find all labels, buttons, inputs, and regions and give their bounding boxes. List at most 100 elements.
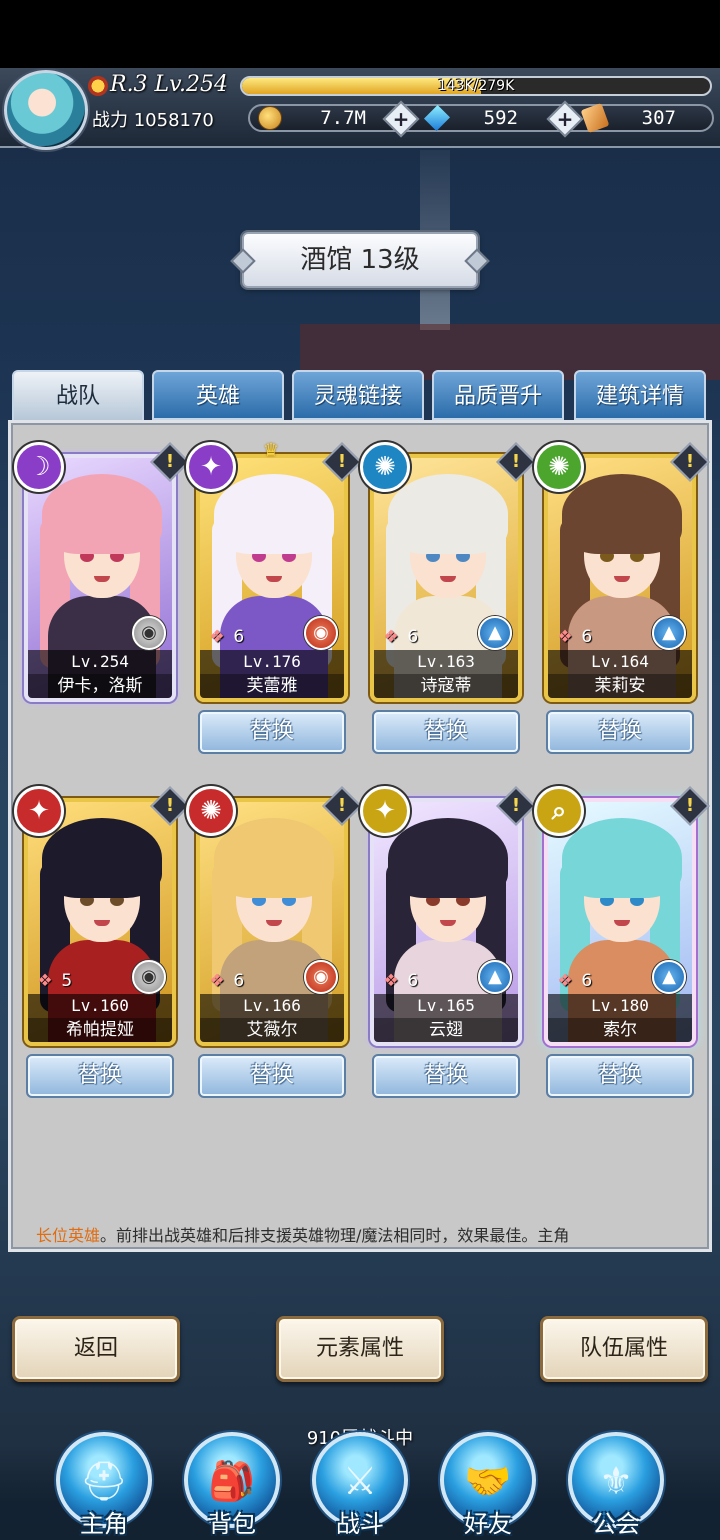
hero-level: Lv.176 [200, 650, 344, 674]
hero-rank-value: 6 [402, 627, 419, 647]
nav-label: 好友 [464, 1510, 512, 1538]
hero-level: Lv.180 [548, 994, 692, 1018]
nav-label: 战斗 [336, 1510, 384, 1538]
tab-soul-link[interactable]: 灵魂链接 [292, 370, 424, 420]
light-wing-element-icon: ✦ [360, 786, 410, 836]
hero-mouth [614, 920, 630, 926]
hero-rank-value: 5 [56, 971, 73, 991]
light-wing-element-icon: ✦ [186, 442, 236, 492]
hero-card[interactable]: Lv.254 伊卡，洛斯 ◉ [24, 454, 176, 702]
hero-level: Lv.166 [200, 994, 344, 1018]
hero-card[interactable]: Lv.165 云翅 ❖ 6 ▲ [370, 798, 522, 1046]
swap-hero-button[interactable]: 替换 [198, 1054, 346, 1098]
rank-level: R.3 Lv.254 [110, 72, 228, 97]
swap-hero-button[interactable]: 替换 [26, 1054, 174, 1098]
hero-mouth [440, 576, 456, 582]
hero-level: Lv.160 [28, 994, 172, 1018]
tab-heroes[interactable]: 英雄 [152, 370, 284, 420]
hero-hair [214, 818, 334, 898]
hero-level: Lv.164 [548, 650, 692, 674]
tab-team[interactable]: 战队 [12, 370, 144, 422]
hero-card[interactable]: Lv.176 芙蕾雅 ❖ 6 ◉ [196, 454, 348, 702]
warrior-class-icon: ◉ [132, 616, 166, 650]
hero-name: 诗寇蒂 [374, 674, 518, 698]
wind-element-icon: ✺ [360, 442, 410, 492]
wind-element-icon: ✺ [534, 442, 584, 492]
mage-class-icon: ▲ [478, 616, 512, 650]
castle-backdrop [300, 300, 720, 380]
crown-icon: ♛ [262, 440, 280, 461]
mage-class-icon: ▲ [652, 616, 686, 650]
back-button[interactable]: 返回 [12, 1316, 180, 1382]
nav-friends[interactable]: 🤝 好友 [434, 1432, 542, 1540]
team-attributes-button[interactable]: 队伍属性 [540, 1316, 708, 1382]
nav-battle[interactable]: ⚔ 战斗 [306, 1432, 414, 1540]
hero-card[interactable]: Lv.163 诗寇蒂 ❖ 6 ▲ [370, 454, 522, 702]
hero-card[interactable]: Lv.160 希帕提娅 ❖ 5 ◉ [24, 798, 176, 1046]
hero-awaken-rank: ❖ 6 [380, 626, 418, 648]
tip-text: 长位英雄。前排出战英雄和后排支援英雄物理/魔法相同时，效果最佳。主角 [36, 1222, 686, 1250]
hero-card[interactable]: Lv.180 索尔 ❖ 6 ▲ [544, 798, 696, 1046]
hero-rank-value: 6 [576, 627, 593, 647]
awaken-icon: ❖ [557, 627, 573, 647]
nav-guild[interactable]: ⚜ 公会 [562, 1432, 670, 1540]
awaken-icon: ❖ [557, 971, 573, 991]
hero-hair [562, 818, 682, 898]
tip-highlight: 长位英雄 [36, 1226, 101, 1245]
gold-coin-icon [258, 106, 282, 130]
nav-backpack[interactable]: 🎒 背包 [178, 1432, 286, 1540]
moon-element-icon: ☽ [14, 442, 64, 492]
combat-power: 战力 1058170 [92, 110, 214, 131]
mage-class-icon: ▲ [478, 960, 512, 994]
ticket-amount: 307 [641, 107, 676, 129]
nav-label: 主角 [80, 1510, 128, 1538]
hero-mouth [94, 576, 110, 582]
warrior-class-icon: ◉ [304, 616, 338, 650]
hero-hair [42, 474, 162, 554]
hero-mouth [614, 576, 630, 582]
hero-rank-value: 6 [228, 627, 245, 647]
hero-hair [562, 474, 682, 554]
hero-card[interactable]: Lv.164 茉莉安 ❖ 6 ▲ [544, 454, 696, 702]
hero-rank-value: 6 [576, 971, 593, 991]
swap-hero-button[interactable]: 替换 [372, 1054, 520, 1098]
hero-name: 芙蕾雅 [200, 674, 344, 698]
search-element-icon: ⌕ [534, 786, 584, 836]
exp-text: 143K/279K [437, 78, 515, 94]
hero-awaken-rank: ❖ 6 [206, 626, 244, 648]
status-bar [0, 0, 720, 68]
warrior-class-icon: ◉ [304, 960, 338, 994]
hero-awaken-rank: ❖ 6 [380, 970, 418, 992]
player-avatar[interactable] [4, 70, 88, 150]
wind-element-icon: ✺ [186, 786, 236, 836]
hero-name: 伊卡，洛斯 [28, 674, 172, 698]
rank-badge-icon [88, 76, 108, 96]
swap-hero-button[interactable]: 替换 [546, 710, 694, 754]
hero-name: 索尔 [548, 1018, 692, 1042]
nav-hero[interactable]: ⛑ 主角 [50, 1432, 158, 1540]
awaken-icon: ❖ [209, 971, 225, 991]
hero-name: 茉莉安 [548, 674, 692, 698]
awaken-icon: ❖ [383, 627, 399, 647]
element-attributes-button[interactable]: 元素属性 [276, 1316, 444, 1382]
hero-mouth [440, 920, 456, 926]
swap-hero-button[interactable]: 替换 [372, 710, 520, 754]
swap-hero-button[interactable]: 替换 [546, 1054, 694, 1098]
hero-mouth [266, 576, 282, 582]
hero-level: Lv.165 [374, 994, 518, 1018]
hero-card[interactable]: Lv.166 艾薇尔 ❖ 6 ◉ [196, 798, 348, 1046]
hero-hair [42, 818, 162, 898]
hero-awaken-rank: ❖ 6 [206, 970, 244, 992]
building-title: 酒馆 13级 [242, 232, 478, 288]
awaken-icon: ❖ [209, 627, 225, 647]
gold-amount: 7.7M [320, 107, 366, 129]
tab-building-details[interactable]: 建筑详情 [574, 370, 706, 420]
hero-level: Lv.254 [28, 650, 172, 674]
hero-name: 云翅 [374, 1018, 518, 1042]
light-wing-element-icon: ✦ [14, 786, 64, 836]
hero-awaken-rank: ❖ 6 [554, 626, 592, 648]
swap-hero-button[interactable]: 替换 [198, 710, 346, 754]
tab-quality-upgrade[interactable]: 品质晋升 [432, 370, 564, 420]
mage-class-icon: ▲ [652, 960, 686, 994]
hero-mouth [266, 920, 282, 926]
